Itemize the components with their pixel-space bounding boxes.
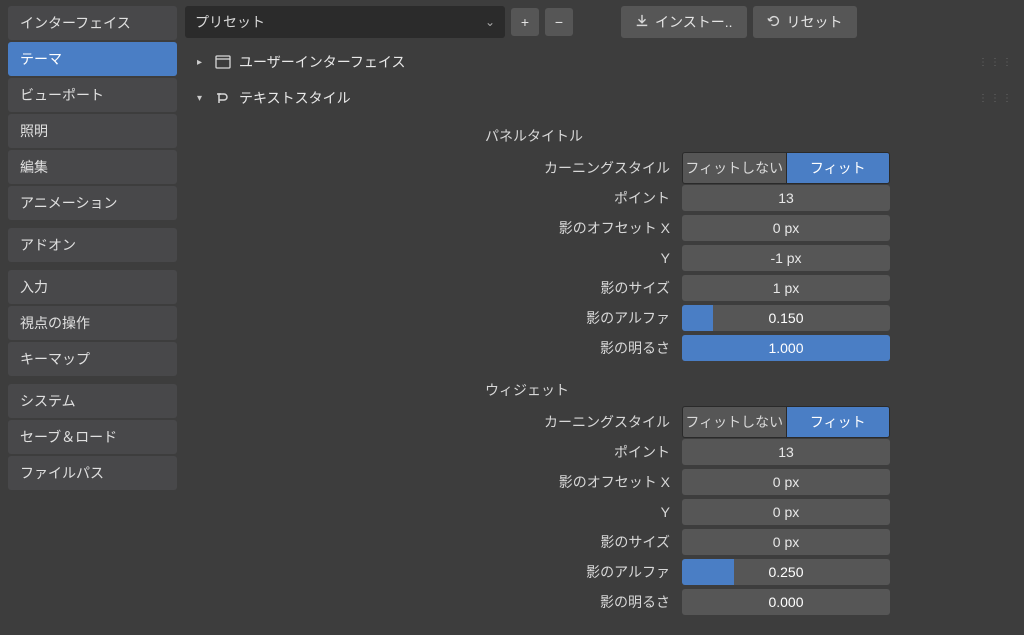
kerning-toggle[interactable]: フィットしないフィット [682, 406, 890, 438]
property-label: 影のオフセット X [185, 218, 682, 238]
preset-dropdown[interactable]: プリセット ⌄ [185, 6, 505, 38]
kerning-toggle[interactable]: フィットしないフィット [682, 152, 890, 184]
toggle-option[interactable]: フィット [786, 152, 891, 184]
section-title: ウィジェット [485, 380, 1024, 400]
install-button[interactable]: インストー.. [621, 6, 747, 38]
download-icon [635, 14, 649, 31]
number-field[interactable]: 13 [682, 185, 890, 211]
toolbar: プリセット ⌄ + − インストー.. リセット [185, 0, 1024, 44]
property-label: カーニングスタイル [185, 412, 682, 432]
sidebar-item[interactable]: 入力 [8, 270, 177, 304]
text-style-icon [215, 91, 231, 105]
toggle-option[interactable]: フィットしない [682, 152, 786, 184]
panel-header-user-interface[interactable]: ▸ ユーザーインターフェイス ⋮⋮⋮ [185, 44, 1024, 80]
window-icon [215, 55, 231, 69]
slider-value: 1.000 [682, 335, 890, 361]
property-row: 影のアルファ0.150 [185, 304, 1024, 332]
preset-remove-button[interactable]: − [545, 8, 573, 36]
property-row: 影のアルファ0.250 [185, 558, 1024, 586]
sidebar: インターフェイステーマビューポート照明編集アニメーションアドオン入力視点の操作キ… [0, 0, 185, 635]
undo-icon [767, 14, 781, 31]
sidebar-item[interactable]: アドオン [8, 228, 177, 262]
section-title: パネルタイトル [485, 126, 1024, 146]
preset-add-button[interactable]: + [511, 8, 539, 36]
property-row: 影のオフセット X0 px [185, 214, 1024, 242]
property-label: 影のアルファ [185, 308, 682, 328]
panel-title: ユーザーインターフェイス [239, 52, 405, 72]
number-field[interactable]: -1 px [682, 245, 890, 271]
preset-label: プリセット [195, 12, 265, 32]
slider-value: 0.250 [682, 559, 890, 585]
property-row: ポイント13 [185, 438, 1024, 466]
number-field[interactable]: 0 px [682, 469, 890, 495]
sidebar-item[interactable]: インターフェイス [8, 6, 177, 40]
property-label: Y [185, 504, 682, 520]
reset-button[interactable]: リセット [753, 6, 857, 38]
slider-field[interactable]: 0.150 [682, 305, 890, 331]
property-row: カーニングスタイルフィットしないフィット [185, 154, 1024, 182]
property-label: 影の明るさ [185, 338, 682, 358]
property-label: 影の明るさ [185, 592, 682, 612]
number-field[interactable]: 0 px [682, 215, 890, 241]
property-label: カーニングスタイル [185, 158, 682, 178]
chevron-down-icon: ⌄ [485, 15, 495, 29]
sidebar-item[interactable]: ファイルパス [8, 456, 177, 490]
slider-field[interactable]: 1.000 [682, 335, 890, 361]
property-label: ポイント [185, 188, 682, 208]
property-label: ポイント [185, 442, 682, 462]
property-label: 影のサイズ [185, 532, 682, 552]
toggle-option[interactable]: フィット [786, 406, 891, 438]
sidebar-item[interactable]: テーマ [8, 42, 177, 76]
drag-grip-icon[interactable]: ⋮⋮⋮ [978, 57, 1014, 68]
sidebar-item[interactable]: 編集 [8, 150, 177, 184]
sidebar-item[interactable]: 視点の操作 [8, 306, 177, 340]
panel-body-text-style: パネルタイトルカーニングスタイルフィットしないフィットポイント13影のオフセット… [185, 116, 1024, 635]
panel-header-text-style[interactable]: ▾ テキストスタイル ⋮⋮⋮ [185, 80, 1024, 116]
sidebar-item[interactable]: 照明 [8, 114, 177, 148]
property-label: 影のオフセット X [185, 472, 682, 492]
number-field[interactable]: 0 px [682, 499, 890, 525]
number-field[interactable]: 13 [682, 439, 890, 465]
number-field[interactable]: 1 px [682, 275, 890, 301]
panels: ▸ ユーザーインターフェイス ⋮⋮⋮ ▾ テキストスタイル ⋮⋮⋮ パネルタイト… [185, 44, 1024, 635]
panel-title: テキストスタイル [239, 88, 351, 108]
slider-field[interactable]: 0.000 [682, 589, 890, 615]
slider-value: 0.150 [682, 305, 890, 331]
property-row: 影の明るさ1.000 [185, 334, 1024, 362]
slider-value: 0.000 [682, 589, 890, 615]
property-label: Y [185, 250, 682, 266]
sidebar-item[interactable]: ビューポート [8, 78, 177, 112]
sidebar-item[interactable]: システム [8, 384, 177, 418]
drag-grip-icon[interactable]: ⋮⋮⋮ [978, 93, 1014, 104]
property-row: カーニングスタイルフィットしないフィット [185, 408, 1024, 436]
property-row: 影のサイズ0 px [185, 528, 1024, 556]
property-row: 影のオフセット X0 px [185, 468, 1024, 496]
sidebar-item[interactable]: アニメーション [8, 186, 177, 220]
toggle-option[interactable]: フィットしない [682, 406, 786, 438]
property-row: ポイント13 [185, 184, 1024, 212]
disclosure-collapsed-icon: ▸ [197, 57, 207, 68]
property-label: 影のサイズ [185, 278, 682, 298]
property-label: 影のアルファ [185, 562, 682, 582]
property-row: Y0 px [185, 498, 1024, 526]
number-field[interactable]: 0 px [682, 529, 890, 555]
sidebar-item[interactable]: キーマップ [8, 342, 177, 376]
property-row: 影の明るさ0.000 [185, 588, 1024, 616]
property-row: 影のサイズ1 px [185, 274, 1024, 302]
main-area: プリセット ⌄ + − インストー.. リセット ▸ [185, 0, 1024, 635]
disclosure-expanded-icon: ▾ [197, 93, 207, 104]
slider-field[interactable]: 0.250 [682, 559, 890, 585]
property-row: Y-1 px [185, 244, 1024, 272]
sidebar-item[interactable]: セーブ＆ロード [8, 420, 177, 454]
